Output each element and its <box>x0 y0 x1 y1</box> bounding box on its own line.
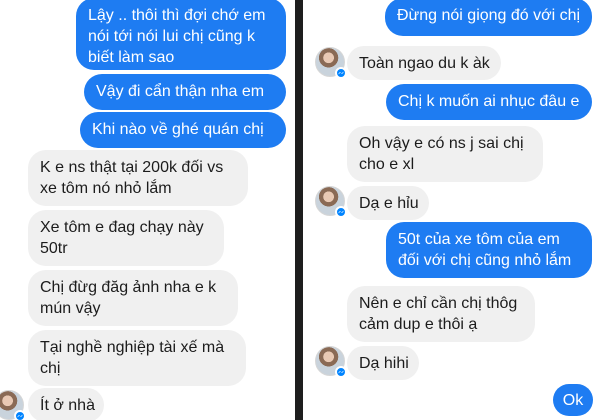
message-line: Toàn ngao du k àk <box>359 55 490 72</box>
message-bubble-incoming[interactable]: Xe tôm e đag chạy này 50tr <box>28 210 224 266</box>
messenger-badge-icon <box>335 206 347 218</box>
message-line: Lậy .. thôi thì đợi chớ em <box>88 7 266 24</box>
message-bubble-outgoing[interactable]: Đừng nói giọng đó với chị <box>385 0 592 36</box>
message-line: cho e xl <box>359 156 415 173</box>
message-bubble-incoming[interactable]: Toàn ngao du k àk <box>347 46 501 80</box>
message-line: 50t của xe tôm của em <box>398 231 560 248</box>
contact-avatar[interactable] <box>315 186 347 218</box>
message-line: Ok <box>562 392 584 409</box>
conversation-panel-right: Đừng nói giọng đó với chị Toàn ngao du k… <box>303 0 600 420</box>
contact-avatar[interactable] <box>0 390 26 420</box>
message-line: Oh vậy e có ns j sai chị <box>359 135 524 152</box>
message-line: Chị đừg đăg ảnh nha e k <box>40 279 217 296</box>
messenger-badge-icon <box>335 366 347 378</box>
message-bubble-incoming[interactable]: Nên e chỉ cần chị thôg cảm dup e thôi ạ <box>347 286 535 342</box>
message-line: chị <box>40 360 61 377</box>
message-bubble-outgoing[interactable]: Ok <box>553 384 593 416</box>
message-line: Khi nào về ghé quán chị <box>92 121 264 138</box>
message-line: K e ns thật tại 200k đối vs <box>40 159 224 176</box>
message-bubble-outgoing[interactable]: Khi nào về ghé quán chị <box>80 112 286 148</box>
message-bubble-incoming[interactable]: Tại nghề nghiệp tài xế mà chị <box>28 330 246 386</box>
message-line: nói tới nói lui chị cũng k <box>88 28 256 45</box>
message-bubble-incoming[interactable]: Ít ở nhà <box>28 388 104 420</box>
message-line: đối với chị cũng nhỏ lắm <box>398 252 572 269</box>
message-line: biết làm sao <box>88 49 175 66</box>
message-line: Tại nghề nghiệp tài xế mà <box>40 339 225 356</box>
message-bubble-outgoing[interactable]: Vậy đi cẩn thận nha em <box>84 74 286 110</box>
message-bubble-incoming[interactable]: Dạ e hỉu <box>347 186 429 220</box>
message-line: Dạ hihi <box>359 355 409 372</box>
conversation-panel-left: Lậy .. thôi thì đợi chớ em nói tới nói l… <box>0 0 295 420</box>
message-line: Chị k muốn ai nhục đâu e <box>398 93 580 110</box>
contact-avatar[interactable] <box>315 346 347 378</box>
message-bubble-outgoing[interactable]: Chị k muốn ai nhục đâu e <box>386 84 592 120</box>
message-line: Dạ e hỉu <box>359 195 419 212</box>
message-line: Xe tôm e đag chạy này <box>40 219 204 236</box>
messenger-badge-icon <box>335 67 347 79</box>
message-bubble-incoming[interactable]: Chị đừg đăg ảnh nha e k mún vậy <box>28 270 238 326</box>
message-line: mún vậy <box>40 300 101 317</box>
message-line: Nên e chỉ cần chị thôg <box>359 295 518 312</box>
message-bubble-incoming[interactable]: K e ns thật tại 200k đối vs xe tôm nó nh… <box>28 150 248 206</box>
message-line: Đừng nói giọng đó với chị <box>397 7 581 24</box>
message-bubble-incoming[interactable]: Dạ hihi <box>347 346 419 380</box>
message-line: xe tôm nó nhỏ lắm <box>40 180 172 197</box>
message-line: cảm dup e thôi ạ <box>359 316 478 333</box>
message-line: Ít ở nhà <box>40 397 95 414</box>
contact-avatar[interactable] <box>315 47 347 79</box>
message-line: Vậy đi cẩn thận nha em <box>96 83 265 100</box>
message-bubble-outgoing[interactable]: 50t của xe tôm của em đối với chị cũng n… <box>386 222 592 278</box>
message-bubble-outgoing[interactable]: Lậy .. thôi thì đợi chớ em nói tới nói l… <box>76 0 286 70</box>
messenger-badge-icon <box>14 410 26 420</box>
message-line: 50tr <box>40 240 68 257</box>
message-bubble-incoming[interactable]: Oh vậy e có ns j sai chị cho e xl <box>347 126 543 182</box>
